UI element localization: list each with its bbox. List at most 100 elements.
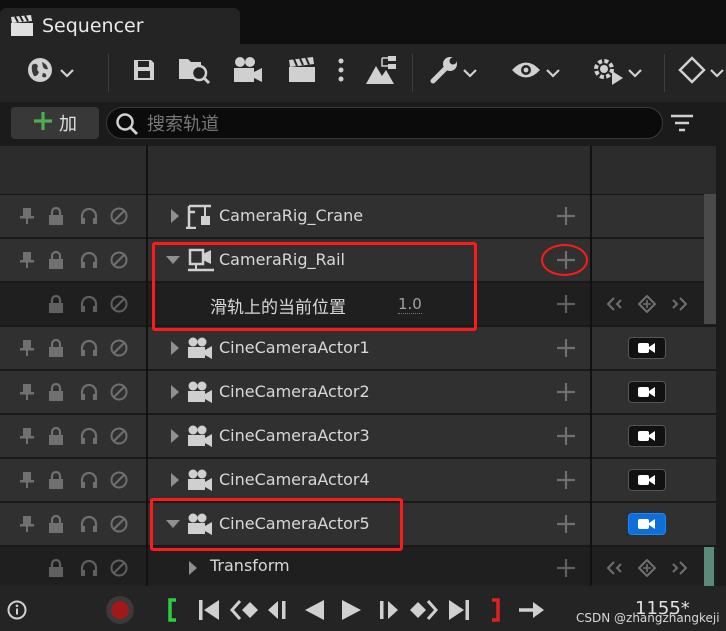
playback-options-dropdown[interactable] bbox=[588, 56, 644, 88]
render-icon bbox=[364, 54, 398, 90]
add-subtrack-button[interactable] bbox=[556, 382, 576, 402]
mute-icon[interactable] bbox=[110, 515, 128, 533]
save-button[interactable] bbox=[130, 56, 158, 88]
column-splitter[interactable] bbox=[590, 146, 592, 586]
expand-arrow-icon[interactable] bbox=[166, 383, 184, 401]
add-key-button[interactable] bbox=[556, 294, 576, 314]
lock-icon[interactable] bbox=[47, 383, 65, 401]
headphones-icon[interactable] bbox=[80, 207, 98, 225]
lock-icon[interactable] bbox=[47, 339, 65, 357]
mute-icon[interactable] bbox=[110, 251, 128, 269]
next-key-icon[interactable] bbox=[670, 295, 688, 313]
loop-forward-arrow-icon[interactable] bbox=[518, 600, 546, 624]
lock-icon[interactable] bbox=[47, 515, 65, 533]
add-subtrack-button[interactable] bbox=[556, 426, 576, 446]
lock-icon[interactable] bbox=[47, 251, 65, 269]
pin-icon[interactable] bbox=[18, 339, 36, 357]
add-subtrack-button[interactable] bbox=[556, 514, 576, 534]
pin-icon[interactable] bbox=[18, 471, 36, 489]
column-splitter[interactable] bbox=[146, 146, 148, 586]
filter-button[interactable] bbox=[670, 112, 694, 134]
expand-arrow-icon[interactable] bbox=[166, 427, 184, 445]
mute-icon[interactable] bbox=[110, 383, 128, 401]
add-key-diamond-icon[interactable] bbox=[638, 295, 656, 313]
search-input[interactable] bbox=[145, 111, 649, 137]
previous-key-icon[interactable] bbox=[606, 559, 624, 577]
more-options-button[interactable] bbox=[334, 56, 348, 88]
next-key-button[interactable] bbox=[410, 598, 439, 626]
play-reverse-button[interactable] bbox=[302, 598, 326, 626]
world-settings-dropdown[interactable] bbox=[22, 56, 78, 88]
view-options-dropdown[interactable] bbox=[508, 56, 562, 88]
pin-icon[interactable] bbox=[18, 515, 36, 533]
expand-arrow-icon[interactable] bbox=[184, 559, 202, 577]
previous-key-button[interactable] bbox=[229, 598, 258, 626]
headphones-icon[interactable] bbox=[80, 251, 98, 269]
headphones-icon[interactable] bbox=[80, 295, 98, 313]
expand-arrow-icon[interactable] bbox=[166, 207, 184, 225]
playback-start-marker-icon[interactable] bbox=[166, 598, 178, 626]
lock-icon[interactable] bbox=[47, 471, 65, 489]
lock-icon[interactable] bbox=[47, 559, 65, 577]
search-box[interactable] bbox=[106, 107, 663, 139]
cine-camera-icon bbox=[186, 468, 214, 492]
camera-cut-toggle[interactable] bbox=[628, 337, 666, 359]
camera-button[interactable] bbox=[230, 56, 266, 88]
step-forward-button[interactable] bbox=[374, 598, 400, 626]
add-subtrack-button[interactable] bbox=[556, 470, 576, 490]
track-row[interactable]: CineCameraActor4 bbox=[0, 459, 716, 501]
record-button[interactable] bbox=[104, 594, 136, 630]
headphones-icon[interactable] bbox=[80, 559, 98, 577]
pin-icon[interactable] bbox=[18, 251, 36, 269]
playback-end-marker-icon[interactable] bbox=[490, 598, 502, 626]
mute-icon[interactable] bbox=[110, 471, 128, 489]
mute-icon[interactable] bbox=[110, 427, 128, 445]
pin-icon[interactable] bbox=[18, 383, 36, 401]
lock-icon[interactable] bbox=[47, 295, 65, 313]
subtrack-row[interactable]: Transform bbox=[0, 547, 716, 586]
track-row[interactable]: CineCameraActor1 bbox=[0, 327, 716, 369]
mute-icon[interactable] bbox=[110, 207, 128, 225]
camera-cut-toggle[interactable] bbox=[628, 469, 666, 491]
step-back-button[interactable] bbox=[266, 598, 292, 626]
add-track-button[interactable]: 加 bbox=[11, 107, 99, 139]
add-subtrack-button[interactable] bbox=[556, 338, 576, 358]
add-key-button[interactable] bbox=[556, 558, 576, 578]
scrollbar-thumb[interactable] bbox=[704, 194, 716, 324]
headphones-icon[interactable] bbox=[80, 515, 98, 533]
tools-dropdown[interactable] bbox=[426, 56, 480, 88]
toolbar-divider bbox=[664, 54, 665, 92]
mute-icon[interactable] bbox=[110, 339, 128, 357]
jump-to-start-button[interactable] bbox=[198, 598, 220, 626]
sequencer-tab[interactable]: Sequencer bbox=[0, 8, 240, 44]
camera-cut-toggle[interactable] bbox=[628, 381, 666, 403]
key-options-dropdown[interactable] bbox=[678, 56, 726, 88]
track-row[interactable]: CineCameraActor3 bbox=[0, 415, 716, 457]
camera-cut-toggle[interactable] bbox=[628, 425, 666, 447]
mute-icon[interactable] bbox=[110, 295, 128, 313]
lock-icon[interactable] bbox=[47, 207, 65, 225]
find-asset-button[interactable] bbox=[176, 56, 212, 88]
lock-icon[interactable] bbox=[47, 427, 65, 445]
headphones-icon[interactable] bbox=[80, 339, 98, 357]
pin-icon[interactable] bbox=[18, 427, 36, 445]
jump-to-end-button[interactable] bbox=[448, 598, 470, 626]
track-row[interactable]: CameraRig_Crane bbox=[0, 195, 716, 237]
render-button[interactable] bbox=[362, 56, 400, 88]
headphones-icon[interactable] bbox=[80, 427, 98, 445]
headphones-icon[interactable] bbox=[80, 383, 98, 401]
camera-cut-toggle-active[interactable] bbox=[628, 513, 666, 535]
next-key-icon[interactable] bbox=[670, 559, 688, 577]
add-key-diamond-icon[interactable] bbox=[638, 559, 656, 577]
pin-icon[interactable] bbox=[18, 207, 36, 225]
mute-icon[interactable] bbox=[110, 559, 128, 577]
info-icon[interactable] bbox=[7, 600, 27, 624]
previous-key-icon[interactable] bbox=[606, 295, 624, 313]
expand-arrow-icon[interactable] bbox=[166, 471, 184, 489]
clapperboard-button[interactable] bbox=[285, 56, 319, 88]
headphones-icon[interactable] bbox=[80, 471, 98, 489]
add-subtrack-button[interactable] bbox=[556, 206, 576, 226]
play-button[interactable] bbox=[340, 598, 364, 626]
expand-arrow-icon[interactable] bbox=[166, 339, 184, 357]
track-row[interactable]: CineCameraActor2 bbox=[0, 371, 716, 413]
